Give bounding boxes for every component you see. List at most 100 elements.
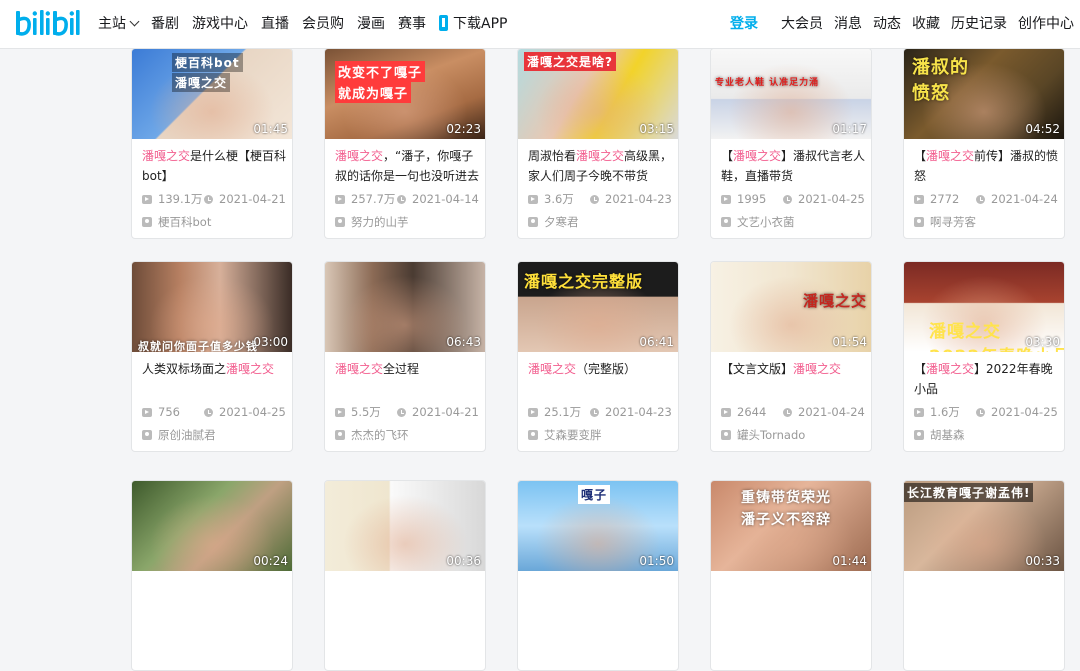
login-button[interactable]: 登录 — [723, 7, 765, 39]
video-thumbnail[interactable]: 梗百科bot 潘嘎之交 01:45 — [132, 49, 292, 139]
upload-date-value: 2021-04-25 — [798, 192, 865, 206]
video-title[interactable]: 潘嘎之交，“潘子，你嘎子叔的话你是一句也没听进去 — [335, 146, 481, 186]
video-thumbnail[interactable]: 叔就问你面子值多少钱 03:00 — [132, 262, 292, 352]
video-thumbnail[interactable]: 嘎子 01:50 — [518, 481, 678, 571]
video-duration: 03:30 — [1025, 335, 1060, 349]
video-title[interactable]: 【文言文版】潘嘎之交 — [721, 359, 867, 399]
video-thumbnail[interactable]: 潘嘎之交 01:54 — [711, 262, 871, 352]
view-count-value: 25.1万 — [544, 405, 582, 419]
nav-esports[interactable]: 赛事 — [398, 13, 426, 33]
title-keyword-highlight: 潘嘎之交 — [335, 362, 384, 376]
clock-icon — [204, 407, 213, 417]
video-stats: 756 2021-04-25 — [142, 404, 286, 420]
view-count-value: 2644 — [737, 405, 767, 419]
video-card[interactable]: 叔就问你面子值多少钱 03:00 人类双标场面之潘嘎之交 756 2021-04… — [131, 261, 293, 452]
uploader-name: 艾森要变胖 — [544, 428, 602, 442]
video-card[interactable]: 重铸带货荣光 潘子义不容辞 01:44 — [710, 480, 872, 671]
video-title[interactable]: 【潘嘎之交前传】潘叔的愤怒 — [914, 146, 1060, 186]
video-thumbnail[interactable]: 改变不了嘎子 就成为嘎子 02:23 — [325, 49, 485, 139]
nav-favorites[interactable]: 收藏 — [912, 13, 940, 33]
title-suffix: （完整版） — [576, 362, 637, 376]
video-card[interactable]: 嘎子 01:50 — [517, 480, 679, 671]
video-stats: 257.7万 2021-04-14 — [335, 191, 479, 207]
video-thumbnail[interactable]: 00:36 — [325, 481, 485, 571]
nav-vip[interactable]: 大会员 — [781, 13, 823, 33]
video-card[interactable]: 改变不了嘎子 就成为嘎子 02:23 潘嘎之交，“潘子，你嘎子叔的话你是一句也没听… — [324, 48, 486, 239]
nav-mall[interactable]: 会员购 — [302, 13, 344, 33]
video-card[interactable]: 00:36 — [324, 480, 486, 671]
clock-icon — [976, 407, 985, 417]
video-thumbnail[interactable]: 06:43 — [325, 262, 485, 352]
video-title[interactable]: 潘嘎之交（完整版） — [528, 359, 674, 399]
uploader-icon — [528, 217, 538, 227]
uploader[interactable]: 艾森要变胖 — [528, 427, 602, 443]
video-card[interactable]: 长江教育嘎子谢孟伟! 00:33 — [903, 480, 1065, 671]
uploader[interactable]: 罐头Tornado — [721, 427, 805, 443]
nav-messages[interactable]: 消息 — [834, 13, 862, 33]
uploader-icon — [721, 217, 731, 227]
video-thumbnail[interactable]: 潘嘎之交2022年春晚小品 03:30 — [904, 262, 1064, 352]
video-duration: 01:54 — [832, 335, 867, 349]
video-title[interactable]: 【潘嘎之交】潘叔代言老人鞋，直播带货 — [721, 146, 867, 186]
title-keyword-highlight: 潘嘎之交 — [226, 362, 275, 376]
upload-date-value: 2021-04-24 — [991, 192, 1058, 206]
uploader[interactable]: 夕寒君 — [528, 214, 579, 230]
video-title[interactable]: 潘嘎之交全过程 — [335, 359, 481, 399]
video-card[interactable]: 06:43 潘嘎之交全过程 5.5万 2021-04-21 杰杰的飞环 — [324, 261, 486, 452]
nav-history[interactable]: 历史记录 — [951, 13, 1007, 33]
upload-date-value: 2021-04-25 — [219, 405, 286, 419]
video-title[interactable]: 【潘嘎之交】2022年春晚小品 — [914, 359, 1060, 399]
video-stats: 2644 2021-04-24 — [721, 404, 865, 420]
title-prefix: 【文言文版】 — [721, 362, 794, 376]
view-count-value: 756 — [158, 405, 180, 419]
video-card[interactable]: 潘叔的 愤怒 04:52 【潘嘎之交前传】潘叔的愤怒 2772 2021-04-2… — [903, 48, 1065, 239]
title-keyword-highlight: 潘嘎之交 — [335, 149, 384, 163]
view-count: 2772 — [914, 192, 976, 206]
uploader[interactable]: 文艺小衣菌 — [721, 214, 795, 230]
video-thumbnail[interactable]: 专业老人鞋 认准足力涌 01:17 — [711, 49, 871, 139]
video-card[interactable]: 潘嘎之交2022年春晚小品 03:30 【潘嘎之交】2022年春晚小品 1.6万… — [903, 261, 1065, 452]
video-card[interactable]: 潘嘎之交完整版 06:41 潘嘎之交（完整版） 25.1万 2021-04-23… — [517, 261, 679, 452]
video-title[interactable]: 周淑怡看潘嘎之交高级黑，家人们周子今晚不带货 — [528, 146, 674, 186]
thumbnail-caption: 就成为嘎子 — [335, 82, 412, 103]
upload-date: 2021-04-23 — [590, 405, 672, 419]
nav-dynamics[interactable]: 动态 — [873, 13, 901, 33]
nav-download-app[interactable]: 下载APP — [439, 13, 507, 33]
uploader[interactable]: 梗百科bot — [142, 214, 211, 230]
video-card[interactable]: 专业老人鞋 认准足力涌 01:17 【潘嘎之交】潘叔代言老人鞋，直播带货 199… — [710, 48, 872, 239]
clock-icon — [204, 194, 213, 204]
uploader[interactable]: 啊寻芳客 — [914, 214, 976, 230]
bilibili-logo[interactable] — [14, 6, 84, 40]
view-count-value: 3.6万 — [544, 192, 574, 206]
video-thumbnail[interactable]: 潘嘎之交完整版 06:41 — [518, 262, 678, 352]
nav-live[interactable]: 直播 — [261, 13, 289, 33]
uploader-icon — [142, 430, 152, 440]
video-title[interactable]: 潘嘎之交是什么梗【梗百科bot】 — [142, 146, 288, 186]
video-card[interactable]: 潘嘎之交 01:54 【文言文版】潘嘎之交 2644 2021-04-24 罐头… — [710, 261, 872, 452]
nav-creator-center[interactable]: 创作中心 — [1018, 13, 1074, 33]
title-prefix: 人类双标场面之 — [142, 362, 227, 376]
video-thumbnail[interactable]: 重铸带货荣光 潘子义不容辞 01:44 — [711, 481, 871, 571]
nav-main-site[interactable]: 主站 — [98, 13, 140, 33]
video-thumbnail[interactable]: 潘嘎之交是啥? 03:15 — [518, 49, 678, 139]
clock-icon — [783, 407, 792, 417]
video-title[interactable]: 人类双标场面之潘嘎之交 — [142, 359, 288, 399]
nav-anime[interactable]: 番剧 — [151, 13, 179, 33]
nav-manga[interactable]: 漫画 — [357, 13, 385, 33]
video-card[interactable]: 梗百科bot 潘嘎之交 01:45 潘嘎之交是什么梗【梗百科bot】 139.1万… — [131, 48, 293, 239]
uploader[interactable]: 原创油腻君 — [142, 427, 216, 443]
nav-game-center[interactable]: 游戏中心 — [192, 13, 248, 33]
uploader[interactable]: 胡基森 — [914, 427, 965, 443]
view-count: 3.6万 — [528, 191, 590, 207]
video-thumbnail[interactable]: 潘叔的 愤怒 04:52 — [904, 49, 1064, 139]
uploader[interactable]: 努力的山芋 — [335, 214, 409, 230]
video-card[interactable]: 潘嘎之交是啥? 03:15 周淑怡看潘嘎之交高级黑，家人们周子今晚不带货 3.6… — [517, 48, 679, 239]
uploader-icon — [914, 217, 924, 227]
view-count: 25.1万 — [528, 404, 590, 420]
video-thumbnail[interactable]: 长江教育嘎子谢孟伟! 00:33 — [904, 481, 1064, 571]
uploader[interactable]: 杰杰的飞环 — [335, 427, 409, 443]
video-thumbnail[interactable]: 00:24 — [132, 481, 292, 571]
title-keyword-highlight: 潘嘎之交 — [926, 362, 975, 376]
video-card[interactable]: 00:24 — [131, 480, 293, 671]
upload-date-value: 2021-04-23 — [605, 405, 672, 419]
